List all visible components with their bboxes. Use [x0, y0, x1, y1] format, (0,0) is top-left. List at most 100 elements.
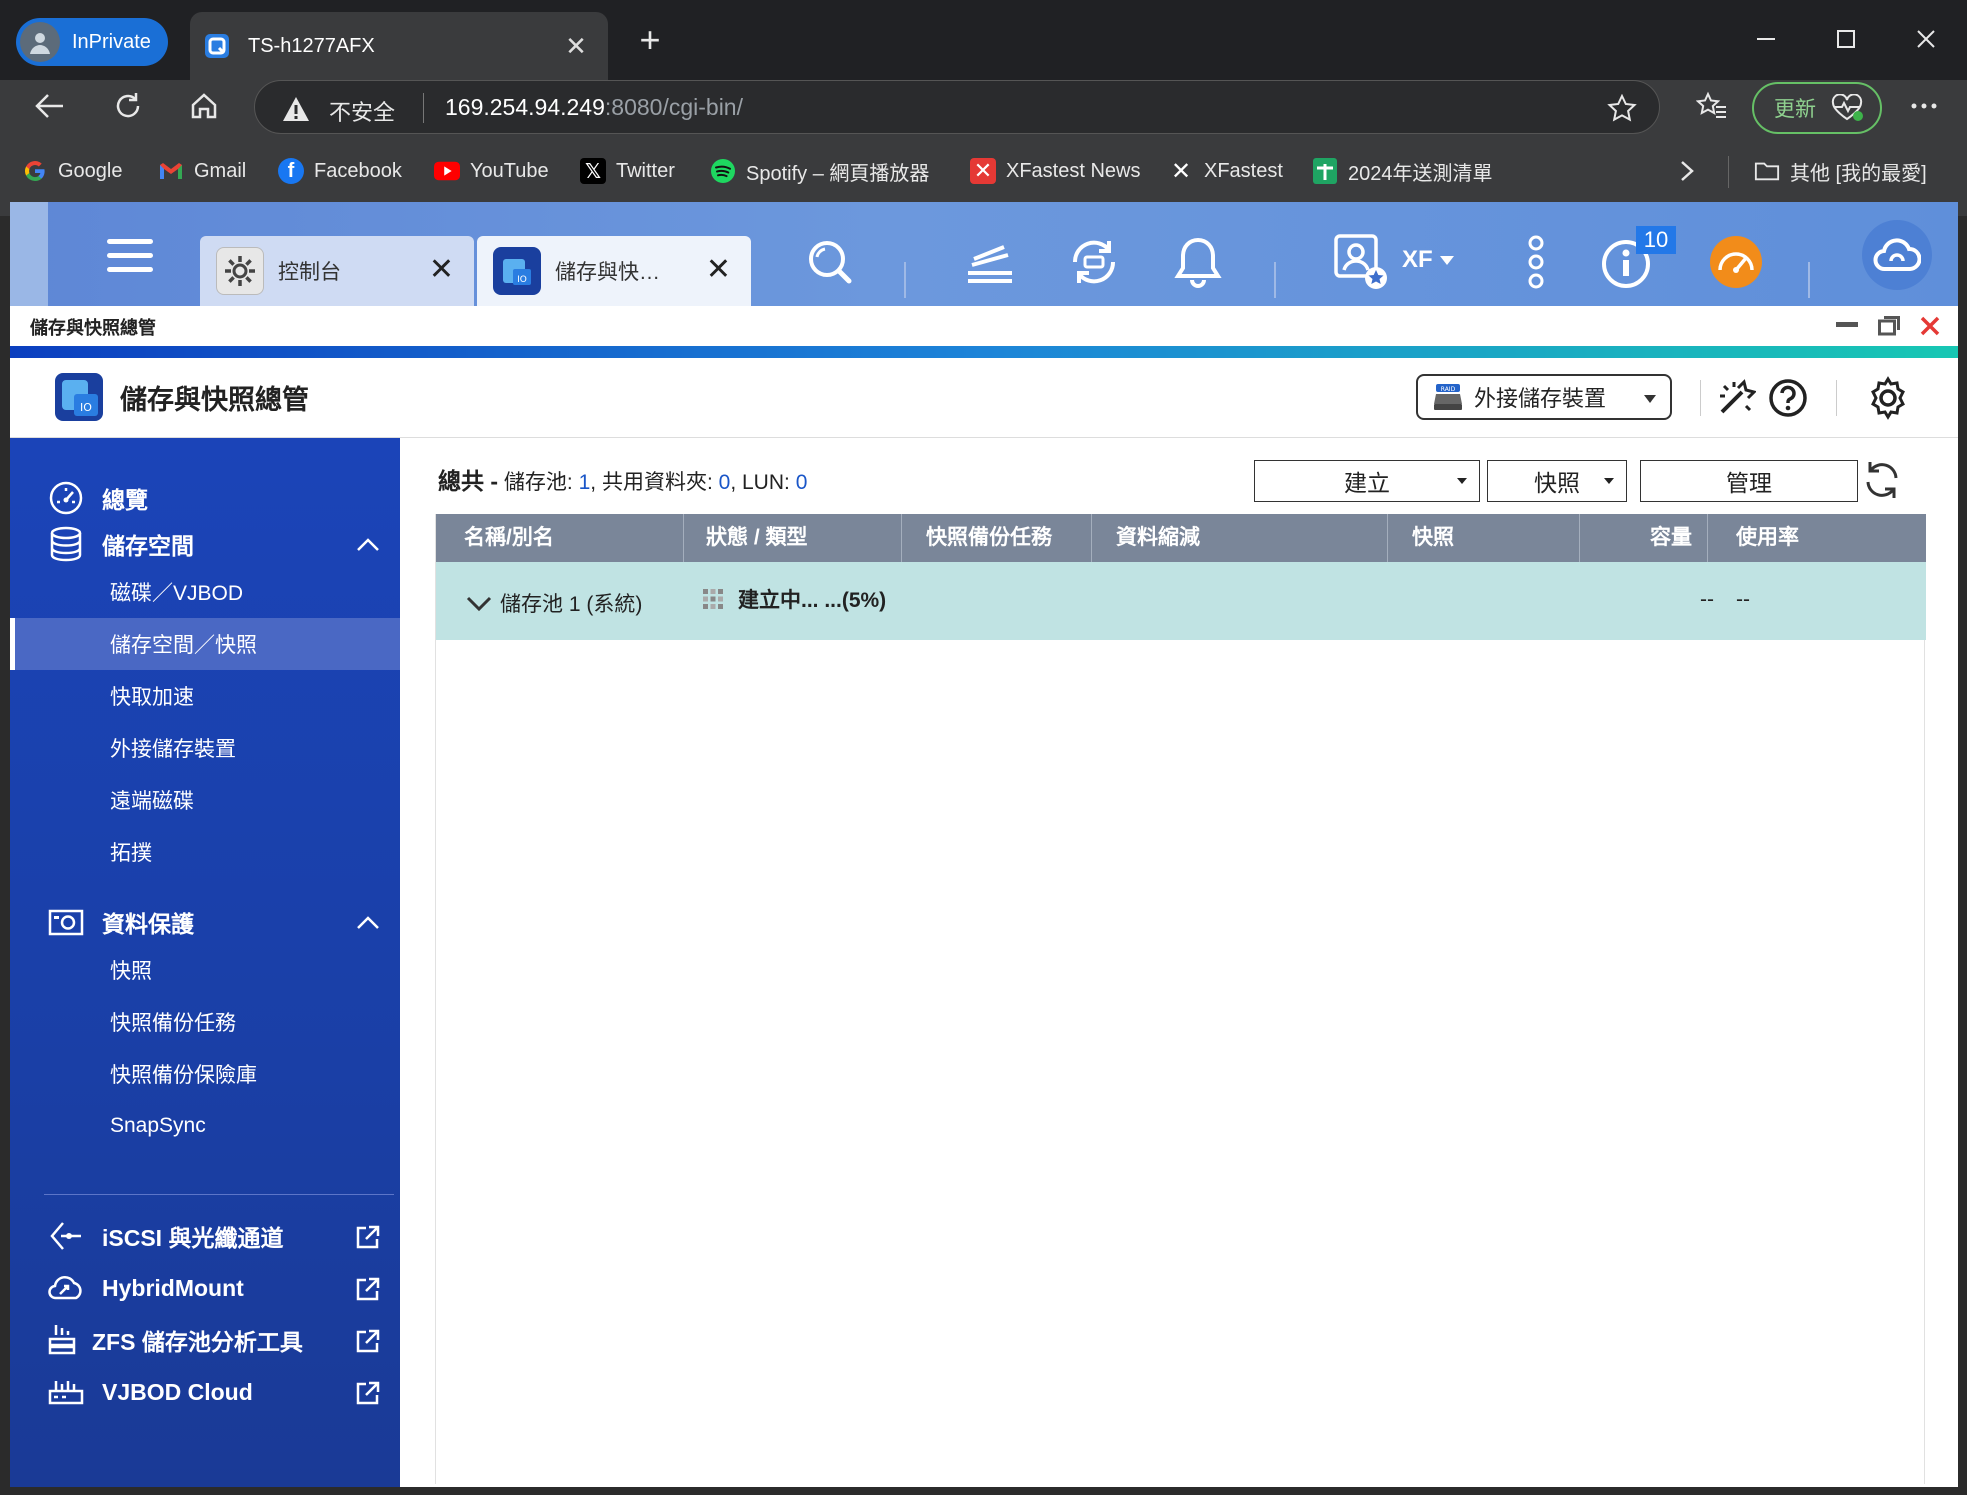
storage-summary: 總共 - 儲存池: 1, 共用資料夾: 0, LUN: 0 — [438, 468, 808, 494]
bookmark-xfastest-news[interactable]: ✕ XFastest News — [970, 154, 1140, 188]
user-dropdown-caret-icon[interactable] — [1440, 256, 1454, 265]
user-name-label[interactable]: XF — [1402, 246, 1433, 274]
sidebar-item-cache-acceleration[interactable]: 快取加速 — [10, 670, 400, 722]
magic-wand-icon[interactable] — [1716, 378, 1756, 418]
inprivate-badge[interactable]: InPrivate — [16, 18, 168, 66]
sidebar-label: 快照備份任務 — [110, 1012, 236, 1035]
home-icon[interactable] — [178, 80, 230, 132]
background-tasks-icon[interactable] — [960, 232, 1020, 292]
security-status-label[interactable]: 不安全 — [329, 95, 395, 127]
sidebar-item-snapshot-vault[interactable]: 快照備份保險庫 — [10, 1048, 400, 1100]
sidebar-section-storage[interactable]: 儲存空間 — [48, 522, 194, 566]
bookmark-google[interactable]: Google — [22, 154, 123, 188]
more-vertical-icon[interactable] — [1506, 232, 1566, 292]
app-header: IO 儲存與快照總管 RAID 外接儲存裝置 — [10, 358, 1958, 438]
external-link-icon[interactable] — [355, 1328, 381, 1354]
external-storage-dropdown[interactable]: RAID 外接儲存裝置 — [1416, 374, 1672, 420]
sidebar-label: ZFS 儲存池分析工具 — [92, 1329, 303, 1355]
search-icon[interactable] — [800, 232, 860, 292]
x-icon: 𝕏 — [580, 158, 606, 184]
url-text[interactable]: 169.254.94.249:8080/cgi-bin/ — [445, 94, 743, 121]
bookmark-twitter[interactable]: 𝕏 Twitter — [580, 154, 675, 188]
reload-icon[interactable] — [102, 80, 154, 132]
bookmark-facebook[interactable]: f Facebook — [278, 154, 402, 188]
collapse-chevron-up-icon[interactable] — [356, 538, 380, 552]
zfs-pool-icon — [44, 1322, 80, 1358]
qts-desktop: 控制台 ✕ IO 儲存與快… ✕ XF 10 儲存與快照總管 IO 儲存與快照總… — [10, 202, 1958, 1487]
qts-tab-storage[interactable]: IO 儲存與快… ✕ — [477, 236, 751, 306]
help-icon[interactable] — [1768, 378, 1808, 418]
external-link-icon[interactable] — [355, 1380, 381, 1406]
browser-update-button[interactable]: 更新 — [1752, 82, 1882, 134]
bookmark-label: XFastest — [1204, 159, 1283, 182]
settings-gear-icon[interactable] — [1866, 376, 1910, 420]
minimize-app-icon[interactable] — [1836, 322, 1858, 328]
column-header-data-reduction[interactable]: 資料縮減 — [1092, 514, 1388, 562]
summary-pool-label: 儲存池: — [503, 471, 573, 494]
sidebar-item-overview[interactable]: 總覽 — [48, 476, 148, 520]
sidebar-item-remote-disk[interactable]: 遠端磁碟 — [10, 774, 400, 826]
notification-bell-icon[interactable] — [1168, 232, 1228, 292]
close-window-icon[interactable] — [1886, 14, 1966, 64]
sidebar-link-iscsi[interactable]: iSCSI 與光纖通道 — [48, 1214, 283, 1258]
address-bar[interactable]: 不安全 169.254.94.249:8080/cgi-bin/ — [254, 80, 1660, 134]
close-tab-icon[interactable]: ✕ — [560, 30, 592, 62]
sidebar-link-zfs-analyzer[interactable]: ZFS 儲存池分析工具 — [44, 1318, 303, 1362]
sidebar-item-topology[interactable]: 拓撲 — [10, 826, 400, 878]
resource-monitor-icon[interactable] — [1706, 232, 1766, 292]
external-link-icon[interactable] — [355, 1224, 381, 1250]
table-row[interactable]: 儲存池 1 (系統) 建立中... ...(5%) -- -- — [436, 562, 1926, 640]
sidebar-label: 外接儲存裝置 — [110, 738, 236, 761]
bookmarks-overflow-chevron-icon[interactable] — [1680, 154, 1694, 188]
restore-app-icon[interactable] — [1878, 316, 1900, 336]
bookmark-spotify[interactable]: Spotify – 網頁播放器 — [710, 154, 929, 188]
sidebar-link-hybridmount[interactable]: HybridMount — [48, 1266, 244, 1310]
bookmark-label: Gmail — [194, 159, 247, 182]
column-header-name[interactable]: 名稱/別名 — [436, 514, 684, 562]
bookmark-2024-test-list[interactable]: 2024年送測清單 — [1312, 154, 1493, 188]
expand-chevron-down-icon[interactable] — [466, 596, 492, 612]
browser-tab-active[interactable]: TS-h1277AFX ✕ — [190, 12, 608, 80]
back-arrow-icon[interactable] — [24, 80, 76, 132]
bookmark-other-favorites[interactable]: 其他 [我的最愛] — [1754, 154, 1927, 188]
qts-tab-control-panel[interactable]: 控制台 ✕ — [200, 236, 474, 306]
more-menu-icon[interactable] — [1898, 80, 1950, 132]
bookmark-label: Google — [58, 159, 123, 182]
new-tab-icon[interactable]: + — [630, 20, 670, 60]
minimize-window-icon[interactable] — [1726, 14, 1806, 64]
sync-drive-icon[interactable] — [1064, 232, 1124, 292]
column-header-capacity[interactable]: 容量 — [1580, 514, 1708, 562]
sidebar-item-snapshots[interactable]: 快照 — [10, 944, 400, 996]
sidebar-item-snapsync[interactable]: SnapSync — [10, 1100, 400, 1152]
user-account-icon[interactable] — [1330, 232, 1390, 292]
main-menu-icon[interactable] — [100, 226, 160, 286]
column-header-status[interactable]: 狀態 / 類型 — [684, 514, 902, 562]
column-header-usage[interactable]: 使用率 — [1708, 514, 1926, 562]
sidebar-item-disks-vjbod[interactable]: 磁碟／VJBOD — [10, 566, 400, 618]
refresh-icon[interactable] — [1860, 458, 1904, 502]
favorites-icon[interactable] — [1686, 80, 1738, 132]
sidebar-item-external-storage[interactable]: 外接儲存裝置 — [10, 722, 400, 774]
collapse-chevron-up-icon[interactable] — [356, 916, 380, 930]
maximize-window-icon[interactable] — [1806, 14, 1886, 64]
bookmark-youtube[interactable]: YouTube — [434, 154, 549, 188]
sidebar-item-snapshot-backup-jobs[interactable]: 快照備份任務 — [10, 996, 400, 1048]
manage-button[interactable]: 管理 — [1640, 460, 1858, 502]
myqnapcloud-icon[interactable] — [1862, 220, 1932, 290]
warning-triangle-icon — [283, 97, 309, 121]
close-tab-icon[interactable]: ✕ — [706, 254, 731, 286]
close-app-icon[interactable] — [1920, 316, 1940, 336]
column-header-snapshots[interactable]: 快照 — [1388, 514, 1580, 562]
favorite-star-icon[interactable] — [1607, 94, 1637, 122]
snapshot-dropdown-button[interactable]: 快照 — [1487, 460, 1627, 502]
sidebar-section-data-protection[interactable]: 資料保護 — [48, 900, 194, 944]
external-link-icon[interactable] — [355, 1276, 381, 1302]
sidebar-link-vjbod-cloud[interactable]: VJBOD Cloud — [48, 1370, 253, 1414]
column-header-snapshot-backup[interactable]: 快照備份任務 — [902, 514, 1092, 562]
bookmark-gmail[interactable]: Gmail — [158, 154, 246, 188]
qnap-favicon-icon — [205, 34, 229, 58]
sidebar-item-storage-snapshots[interactable]: 儲存空間／快照 — [10, 618, 400, 670]
close-tab-icon[interactable]: ✕ — [429, 254, 454, 286]
bookmark-xfastest[interactable]: ✕ XFastest — [1168, 154, 1283, 188]
create-dropdown-button[interactable]: 建立 — [1254, 460, 1480, 502]
